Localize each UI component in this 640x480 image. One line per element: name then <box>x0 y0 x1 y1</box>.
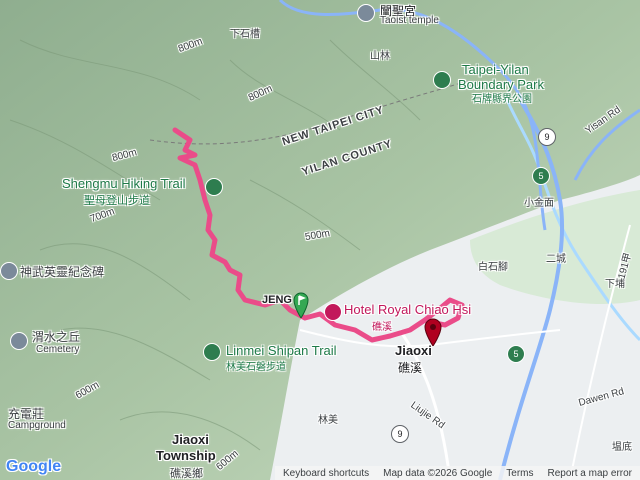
place-label: 塭底 <box>612 442 632 453</box>
terms-link[interactable]: Terms <box>506 468 533 479</box>
shengmu-trail-en[interactable]: Shengmu Hiking Trail <box>62 176 186 191</box>
township-cn: 礁溪鄉 <box>170 468 203 480</box>
keyboard-shortcuts-link[interactable]: Keyboard shortcuts <box>283 468 369 479</box>
township-en-1: Jiaoxi <box>172 432 209 447</box>
map-canvas[interactable]: 800m 800m 800m 500m 700m 600m 600m 闡聖宮 T… <box>0 0 640 480</box>
landmark-icon[interactable] <box>0 262 18 280</box>
memorial-label[interactable]: 神武英靈紀念碑 <box>20 263 104 280</box>
linmei-trail-cn[interactable]: 林美石磐步道 <box>226 358 286 373</box>
shengmu-trail-cn[interactable]: 聖母登山步道 <box>84 192 150 208</box>
hotel-en[interactable]: Hotel Royal Chiao Hsi <box>344 302 471 317</box>
campground-en-label[interactable]: Campground <box>8 420 66 431</box>
place-label: 白石腳 <box>478 262 508 273</box>
hiker-icon[interactable] <box>205 178 223 196</box>
boundary-park-cn[interactable]: 石牌縣界公園 <box>472 90 532 105</box>
highway-shield-icon: 9 <box>391 425 409 443</box>
hotel-cn[interactable]: 礁溪 <box>372 318 392 333</box>
start-flag-icon[interactable] <box>293 292 309 318</box>
jiaoxi-cn-label: 礁溪 <box>398 361 423 375</box>
linmei-trail-en[interactable]: Linmei Shipan Trail <box>226 343 337 358</box>
boundary-park-en-1[interactable]: Taipei-Yilan <box>462 62 529 77</box>
temple-icon[interactable] <box>357 4 375 22</box>
google-logo-text: Google <box>6 458 62 475</box>
township-en-2: Township <box>156 448 216 463</box>
place-label: JENG <box>262 294 292 306</box>
report-error-link[interactable]: Report a map error <box>548 468 632 479</box>
place-label: 林美 <box>318 415 338 426</box>
place-label: 下石槽 <box>230 29 260 40</box>
tree-icon[interactable] <box>433 71 451 89</box>
highway-shield-icon: 5 <box>532 167 550 185</box>
end-pin-icon[interactable] <box>424 318 442 346</box>
place-label: 二城 <box>546 254 566 265</box>
hiker-icon[interactable] <box>203 343 221 361</box>
map-footer: Keyboard shortcuts Map data ©2026 Google… <box>274 466 640 480</box>
cemetery-cn-label[interactable]: 渭水之丘 <box>32 328 80 345</box>
cemetery-en-label[interactable]: Cemetery <box>36 344 79 355</box>
google-logo: Google <box>6 458 61 476</box>
hotel-icon[interactable] <box>324 303 342 321</box>
taoist-temple-en[interactable]: Taoist temple <box>380 15 439 26</box>
place-label: 小金面 <box>524 198 554 209</box>
cemetery-icon[interactable] <box>10 332 28 350</box>
highway-shield-icon: 9 <box>538 128 556 146</box>
map-data-attribution: Map data ©2026 Google <box>383 467 493 479</box>
highway-shield-icon: 5 <box>507 345 525 363</box>
place-label: 山林 <box>370 51 390 62</box>
